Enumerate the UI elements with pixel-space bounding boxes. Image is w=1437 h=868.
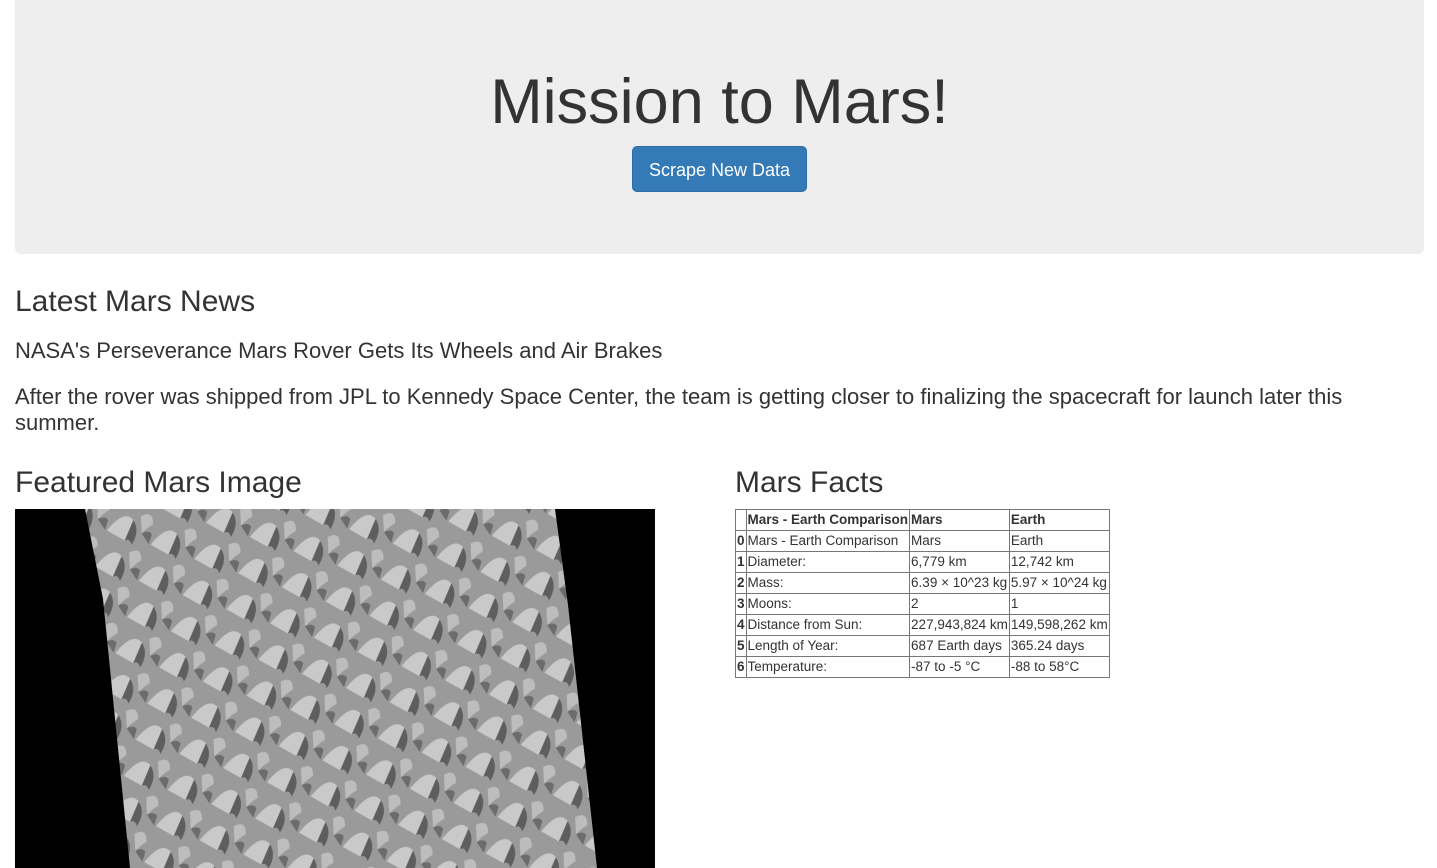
- featured-image-heading: Featured Mars Image: [15, 466, 302, 499]
- row-index: 0: [735, 530, 747, 552]
- news-teaser: After the rover was shipped from JPL to …: [15, 384, 1343, 435]
- news-title: NASA's Perseverance Mars Rover Gets Its …: [15, 338, 663, 363]
- earth-value: 5.97 × 10^24 kg: [1008, 572, 1110, 594]
- earth-value: 1: [1008, 593, 1110, 615]
- table-row: 2 Mass: 6.39 × 10^23 kg 5.97 × 10^24 kg: [735, 572, 1110, 594]
- earth-value: 149,598,262 km: [1008, 614, 1110, 636]
- earth-value: Earth: [1008, 530, 1110, 552]
- scrape-new-data-button[interactable]: Scrape New Data: [632, 146, 807, 192]
- row-label: Distance from Sun:: [745, 614, 911, 636]
- row-index: 6: [735, 656, 747, 678]
- row-label: Mars - Earth Comparison: [745, 530, 911, 552]
- table-row: 3 Moons: 2 1: [735, 593, 1110, 615]
- row-label: Temperature:: [745, 656, 911, 678]
- row-label: Moons:: [745, 593, 911, 615]
- mars-facts-heading: Mars Facts: [735, 466, 884, 499]
- table-header-comparison: Mars - Earth Comparison: [745, 509, 911, 531]
- table-row: 1 Diameter: 6,779 km 12,742 km: [735, 551, 1110, 573]
- table-header-mars: Mars: [909, 509, 1010, 531]
- mars-value: 2: [909, 593, 1010, 615]
- earth-value: 365.24 days: [1008, 635, 1110, 657]
- row-index: 5: [735, 635, 747, 657]
- table-header-row: Mars - Earth Comparison Mars Earth: [735, 509, 1110, 531]
- row-index: 1: [735, 551, 747, 573]
- jumbotron-header: Mission to Mars! Scrape New Data: [15, 0, 1424, 254]
- mars-value: Mars: [909, 530, 1010, 552]
- row-label: Mass:: [745, 572, 911, 594]
- earth-value: 12,742 km: [1008, 551, 1110, 573]
- table-row: 0 Mars - Earth Comparison Mars Earth: [735, 530, 1110, 552]
- row-index: 3: [735, 593, 747, 615]
- mars-value: 227,943,824 km: [909, 614, 1010, 636]
- mars-value: 687 Earth days: [909, 635, 1010, 657]
- row-index: 2: [735, 572, 747, 594]
- page-title: Mission to Mars!: [490, 67, 949, 137]
- mars-value: -87 to -5 °C: [909, 656, 1010, 678]
- table-header-index: [735, 509, 747, 531]
- news-heading: Latest Mars News: [15, 285, 256, 318]
- mars-value: 6.39 × 10^23 kg: [909, 572, 1010, 594]
- table-row: 5 Length of Year: 687 Earth days 365.24 …: [735, 635, 1110, 657]
- table-row: 4 Distance from Sun: 227,943,824 km 149,…: [735, 614, 1110, 636]
- featured-mars-image: [15, 509, 655, 868]
- table-row: 6 Temperature: -87 to -5 °C -88 to 58°C: [735, 656, 1110, 678]
- row-label: Length of Year:: [745, 635, 911, 657]
- mars-value: 6,779 km: [909, 551, 1010, 573]
- mars-facts-table: Mars - Earth Comparison Mars Earth 0 Mar…: [735, 509, 1110, 678]
- earth-value: -88 to 58°C: [1008, 656, 1110, 678]
- row-label: Diameter:: [745, 551, 911, 573]
- row-index: 4: [735, 614, 747, 636]
- mars-dunes-image: [15, 509, 655, 868]
- table-header-earth: Earth: [1008, 509, 1110, 531]
